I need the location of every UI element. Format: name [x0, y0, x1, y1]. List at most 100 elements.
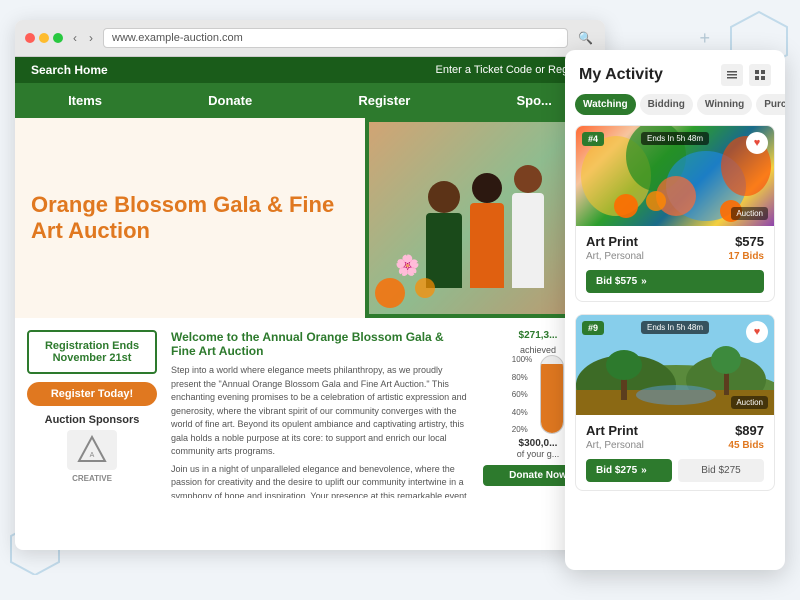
dot-yellow[interactable] [39, 33, 49, 43]
browser-chrome: ‹ › www.example-auction.com 🔍 [15, 20, 605, 57]
hero-title: Orange Blossom Gala & Fine Art Auction [31, 192, 349, 245]
hero-left: Orange Blossom Gala & Fine Art Auction [15, 118, 365, 318]
card-price-2: $897 [735, 423, 764, 438]
tab-purchases[interactable]: Purchases [756, 94, 785, 115]
person2 [470, 173, 504, 288]
activity-panel: My Activity Watching Bidding [565, 50, 785, 570]
search-button[interactable]: 🔍 [576, 31, 595, 45]
card-auction-label-1: Auction [731, 207, 768, 220]
nav-spo[interactable]: Spo... [507, 91, 562, 110]
flower-deco: 🌸 [395, 253, 420, 278]
dot-red[interactable] [25, 33, 35, 43]
card-item-name-1: Art Print [586, 234, 638, 249]
tab-watching[interactable]: Watching [575, 94, 636, 115]
nav-donate[interactable]: Donate [198, 91, 262, 110]
sponsor-triangle-icon: A [77, 435, 107, 465]
card-badge-2: #9 [582, 321, 604, 335]
hero-section: Orange Blossom Gala & Fine Art Auction [15, 118, 605, 318]
bid-primary-label-2: Bid $275 [596, 465, 637, 476]
bid-primary-button-2[interactable]: Bid $275 » [586, 459, 672, 482]
card-bids-2: 45 Bids [728, 440, 764, 451]
therm-20: 20% [512, 425, 532, 434]
card-info-2: Art Print $897 Art, Personal 45 Bids Bid… [576, 415, 774, 490]
svg-text:A: A [90, 452, 95, 459]
card-subtitle-row-1: Art, Personal 17 Bids [586, 251, 764, 262]
tab-bidding[interactable]: Bidding [640, 94, 693, 115]
activity-header: My Activity [565, 50, 785, 94]
thermometer [540, 355, 564, 434]
nav-items[interactable]: Items [58, 91, 112, 110]
card-actions-1: Bid $575 » [586, 270, 764, 293]
person1 [426, 181, 462, 288]
card-bids-1: 17 Bids [728, 251, 764, 262]
therm-40: 40% [512, 408, 532, 417]
reg-ends-label: Registration Ends [37, 340, 147, 352]
register-today-button[interactable]: Register Today! [27, 382, 157, 406]
welcome-text-2: Join us in a night of unparalleled elega… [171, 463, 469, 499]
card-info-1: Art Print $575 Art, Personal 17 Bids Bid… [576, 226, 774, 301]
reg-ends-box: Registration Ends November 21st [27, 330, 157, 374]
dot-green[interactable] [53, 33, 63, 43]
browser-window: ‹ › www.example-auction.com 🔍 Search Hom… [15, 20, 605, 550]
card-auction-label-2: Auction [731, 396, 768, 409]
list-view-icon[interactable] [721, 64, 743, 86]
card-badge-1: #4 [582, 132, 604, 146]
left-border [365, 118, 369, 318]
auction-card-2: #9 Ends In 5h 48m ♥ Auction Art Print $8… [575, 314, 775, 491]
reg-ends-date: November 21st [37, 352, 147, 364]
activity-view-icons [721, 64, 771, 86]
card-timer-1: Ends In 5h 48m [641, 132, 709, 145]
site-main-nav: Items Donate Register Spo... [15, 83, 605, 118]
tab-winning[interactable]: Winning [697, 94, 752, 115]
top-bar-left[interactable]: Search Home [31, 63, 108, 77]
bid-arrows-1: » [641, 276, 647, 287]
welcome-title: Welcome to the Annual Orange Blossom Gal… [171, 330, 469, 358]
card-title-row-1: Art Print $575 [586, 234, 764, 249]
forward-button[interactable]: › [87, 31, 95, 45]
bid-secondary-button-2[interactable]: Bid $275 [678, 459, 764, 482]
sponsors-label: Auction Sponsors [45, 414, 140, 426]
therm-labels: 100% 80% 60% 40% 20% [512, 355, 532, 434]
welcome-text-1: Step into a world where elegance meets p… [171, 364, 469, 459]
thermometer-container: 100% 80% 60% 40% 20% [512, 355, 564, 434]
content-left: Registration Ends November 21st Register… [27, 330, 157, 486]
card-subtitle-row-2: Art, Personal 45 Bids [586, 440, 764, 451]
card-heart-2[interactable]: ♥ [746, 321, 768, 343]
card-timer-2: Ends In 5h 48m [641, 321, 709, 334]
activity-title: My Activity [579, 66, 663, 84]
bid-arrows-2: » [641, 465, 647, 476]
sponsor-logo: A [67, 430, 117, 470]
goal-amount: $300,0... [519, 438, 558, 449]
list-icon [726, 69, 738, 81]
orange-deco-1 [375, 278, 405, 308]
sponsors-section: Auction Sponsors A CREATIVE [45, 414, 140, 483]
bid-button-1[interactable]: Bid $575 » [586, 270, 764, 293]
card-title-row-2: Art Print $897 [586, 423, 764, 438]
activity-tabs: Watching Bidding Winning Purchases [565, 94, 785, 115]
back-button[interactable]: ‹ [71, 31, 79, 45]
content-section: Registration Ends November 21st Register… [15, 318, 605, 498]
address-bar[interactable]: www.example-auction.com [103, 28, 568, 48]
card-category-1: Art, Personal [586, 251, 644, 262]
therm-100: 100% [512, 355, 532, 364]
deco-plus-top-right: + [699, 28, 710, 49]
nav-register[interactable]: Register [348, 91, 420, 110]
content-middle: Welcome to the Annual Orange Blossom Gal… [167, 330, 473, 486]
bid-button-1-label: Bid $575 [596, 276, 637, 287]
card-heart-1[interactable]: ♥ [746, 132, 768, 154]
auction-card-1: #4 Ends In 5h 48m ♥ Auction Art Print $5… [575, 125, 775, 302]
card-category-2: Art, Personal [586, 440, 644, 451]
sponsor-name: CREATIVE [45, 474, 140, 483]
card-image-2: #9 Ends In 5h 48m ♥ Auction [576, 315, 774, 415]
grid-view-icon[interactable] [749, 64, 771, 86]
achieved-label: achieved [520, 345, 556, 355]
person3 [512, 165, 544, 288]
card-image-1: #4 Ends In 5h 48m ♥ Auction [576, 126, 774, 226]
card-item-name-2: Art Print [586, 423, 638, 438]
amount-raised: $271,3... [519, 330, 558, 341]
site-top-bar: Search Home Enter a Ticket Code or Regis… [15, 57, 605, 83]
therm-80: 80% [512, 373, 532, 382]
card-price-1: $575 [735, 234, 764, 249]
therm-60: 60% [512, 390, 532, 399]
therm-fill [541, 364, 563, 433]
